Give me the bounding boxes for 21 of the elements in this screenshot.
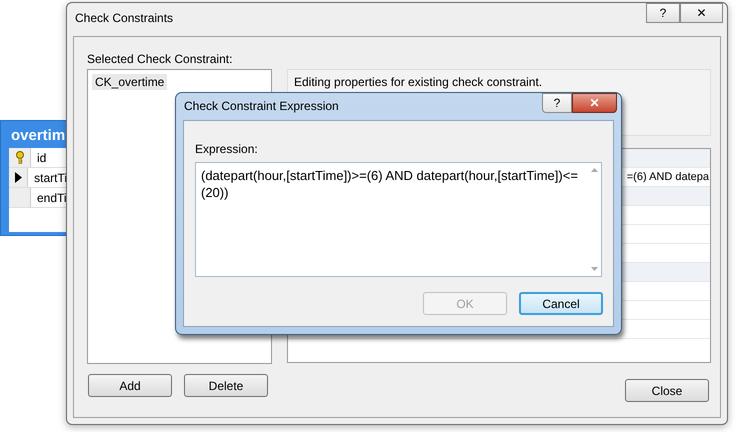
expression-field[interactable]: (datepart(hour,[startTime])>=(6) AND datepart(hour,[startTime])<=(20)) (195, 162, 602, 277)
close-dialog-button[interactable]: Close (625, 379, 709, 402)
cancel-button[interactable]: Cancel (519, 292, 603, 315)
property-value: =(6) AND datepa (626, 170, 710, 185)
close-button[interactable]: ✕ (680, 3, 723, 23)
list-label: Selected Check Constraint: (87, 51, 234, 68)
row-pointer-icon (14, 172, 22, 183)
column-name: id (36, 150, 46, 166)
column-name: startTi (33, 170, 67, 186)
row-header[interactable] (9, 168, 28, 187)
scroll-down-icon[interactable] (590, 267, 598, 271)
window-title: Check Constraints (75, 10, 174, 27)
delete-button[interactable]: Delete (184, 374, 268, 397)
add-button[interactable]: Add (88, 374, 172, 397)
list-item[interactable]: CK_overtime (92, 74, 168, 90)
help-button[interactable]: ? (646, 3, 680, 23)
table-title: overtim (10, 126, 66, 145)
column-name: endTi (36, 190, 67, 206)
expression-label: Expression: (195, 141, 259, 158)
key-icon (14, 151, 24, 164)
help-button[interactable]: ? (542, 93, 572, 113)
